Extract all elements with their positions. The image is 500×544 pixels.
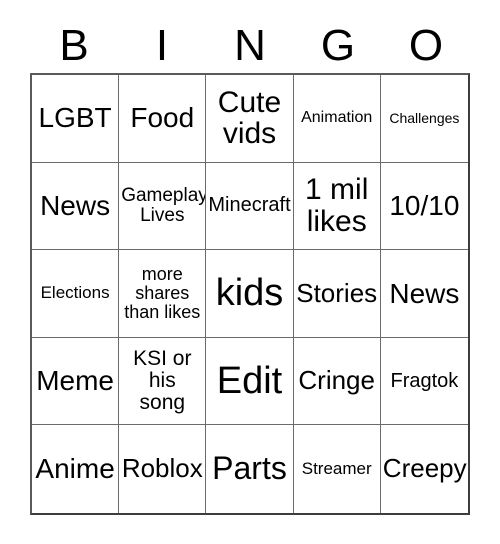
bingo-cell-i5[interactable]: Roblox	[119, 425, 207, 513]
bingo-cell-i1[interactable]: Food	[119, 75, 207, 163]
bingo-cell-label: kids	[215, 272, 284, 315]
bingo-cell-g1[interactable]: Animation	[293, 75, 381, 163]
bingo-cell-n1[interactable]: Cute vids	[206, 75, 294, 163]
bingo-header-letter-n: N	[234, 20, 266, 70]
bingo-cell-o3[interactable]: News	[380, 250, 468, 338]
bingo-cell-n2[interactable]: Minecraft	[206, 162, 294, 251]
bingo-cell-label: 10/10	[389, 190, 460, 222]
bingo-cell-b1[interactable]: LGBT	[32, 75, 120, 163]
bingo-cell-label: Elections	[40, 283, 110, 303]
bingo-cell-label: KSI or his song	[133, 346, 192, 415]
bingo-cell-n5[interactable]: Parts	[206, 425, 294, 513]
bingo-cell-g4[interactable]: Cringe	[293, 337, 381, 426]
bingo-cell-label: News	[389, 277, 460, 309]
bingo-cell-o4[interactable]: Fragtok	[380, 337, 468, 426]
bingo-cell-g5[interactable]: Streamer	[293, 425, 381, 513]
bingo-header-row: B I N G O	[30, 18, 470, 73]
bingo-cell-i2[interactable]: Gameplay Lives	[119, 162, 207, 251]
bingo-cell-label: Parts	[212, 450, 287, 487]
bingo-cell-label: Challenges	[389, 109, 460, 126]
bingo-cell-label: Edit	[216, 359, 283, 402]
bingo-cell-label: LGBT	[38, 102, 112, 134]
bingo-cell-label: Food	[130, 102, 195, 134]
bingo-header-letter-b: B	[59, 20, 89, 70]
bingo-cell-label: Anime	[35, 453, 115, 485]
bingo-cell-label: Roblox	[121, 453, 203, 484]
bingo-cell-label: Gameplay Lives	[121, 184, 207, 226]
bingo-cell-label: Meme	[36, 365, 114, 397]
bingo-cell-label: more shares than likes	[124, 263, 201, 323]
bingo-cell-label: Cringe	[298, 365, 375, 396]
bingo-cell-b3[interactable]: Elections	[32, 250, 120, 338]
bingo-cell-b4[interactable]: Meme	[32, 337, 120, 426]
bingo-cell-g3[interactable]: Stories	[293, 250, 381, 338]
bingo-header-letter-o: O	[408, 20, 444, 70]
bingo-card: B I N G O LGBT Food Cute vids Animation …	[0, 0, 500, 544]
bingo-cell-o1[interactable]: Challenges	[380, 75, 468, 163]
bingo-cell-i3[interactable]: more shares than likes	[119, 250, 207, 338]
bingo-cell-label: Cute vids	[217, 85, 282, 151]
bingo-cell-label: 1 mil likes	[305, 173, 369, 238]
bingo-header-letter-i: I	[155, 20, 169, 70]
bingo-cell-label: Minecraft	[208, 194, 291, 217]
bingo-cell-n4[interactable]: Edit	[206, 337, 294, 426]
bingo-cell-o2[interactable]: 10/10	[380, 162, 468, 251]
bingo-cell-label: Stories	[296, 277, 378, 308]
bingo-cell-label: News	[40, 190, 111, 222]
bingo-header-letter-g: G	[320, 20, 356, 70]
bingo-cell-i4[interactable]: KSI or his song	[119, 337, 207, 426]
bingo-cell-b5[interactable]: Anime	[32, 425, 120, 513]
bingo-cell-n3[interactable]: kids	[206, 250, 294, 338]
bingo-cell-g2[interactable]: 1 mil likes	[293, 162, 381, 251]
bingo-grid: LGBT Food Cute vids Animation Challenges…	[30, 73, 470, 515]
bingo-cell-label: Animation	[301, 108, 373, 126]
bingo-cell-label: Streamer	[301, 459, 372, 479]
bingo-cell-o5[interactable]: Creepy	[380, 425, 468, 513]
bingo-cell-b2[interactable]: News	[32, 162, 120, 251]
bingo-cell-label: Fragtok	[390, 369, 459, 392]
bingo-cell-label: Creepy	[382, 453, 467, 484]
